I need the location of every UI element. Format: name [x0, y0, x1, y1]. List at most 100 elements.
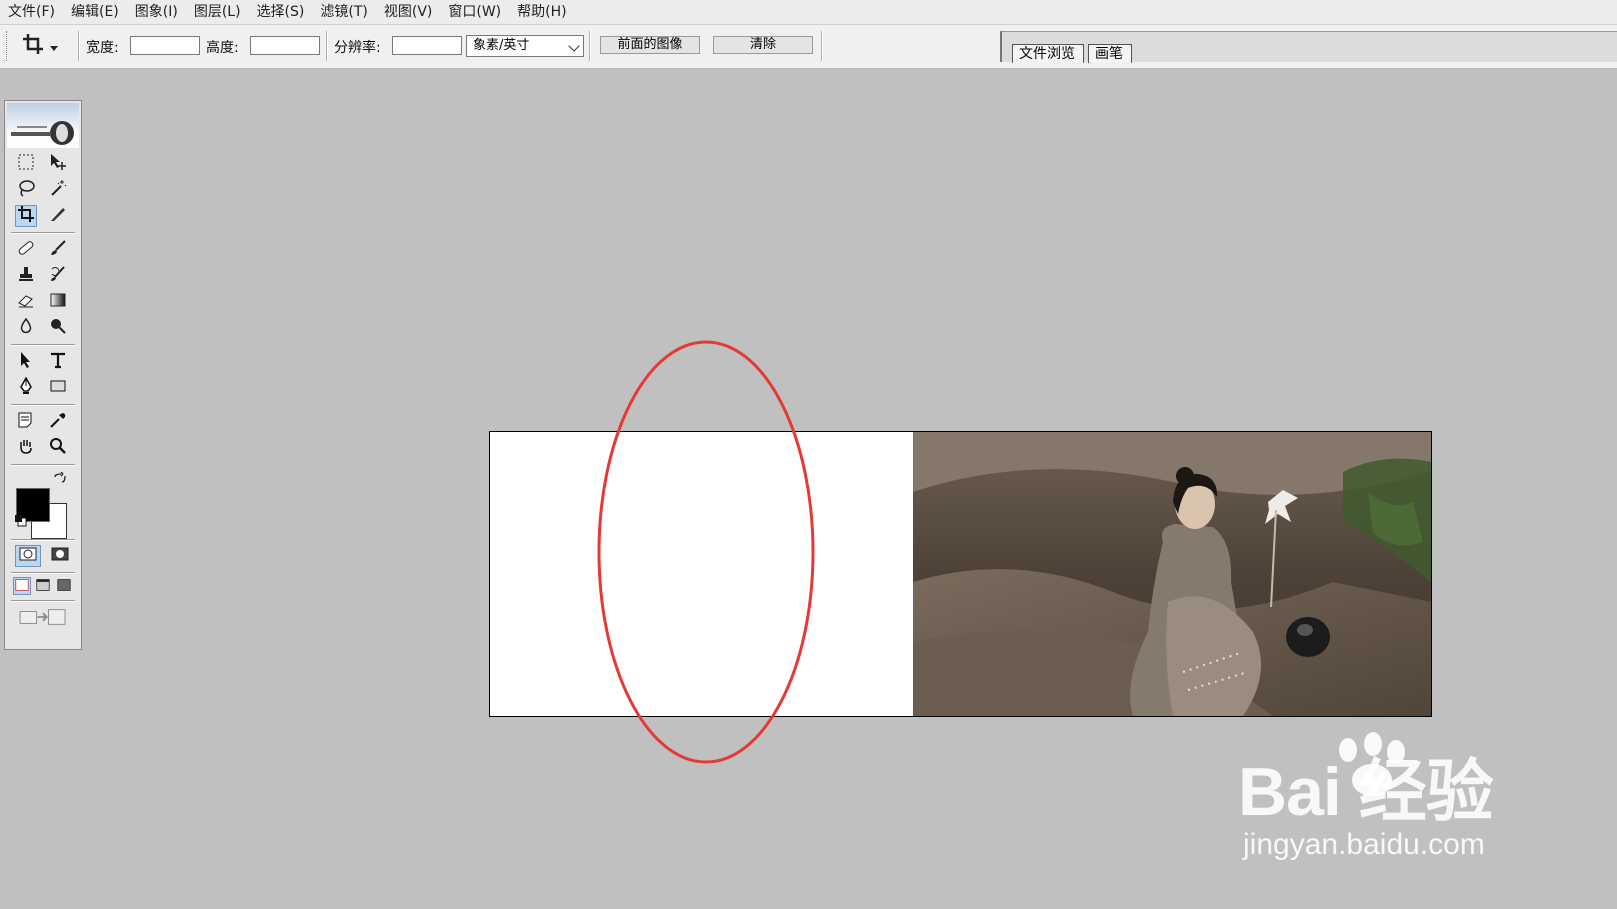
- options-bar-grip[interactable]: [6, 31, 10, 61]
- move-icon: [49, 153, 67, 175]
- history-brush-tool[interactable]: [47, 265, 69, 287]
- adobe-online-button[interactable]: [7, 103, 79, 148]
- divider: [78, 31, 80, 61]
- crop-icon: [17, 205, 35, 227]
- magic-wand-tool[interactable]: [47, 179, 69, 201]
- jump-to-imageready-button[interactable]: [15, 607, 71, 631]
- healing-brush-tool[interactable]: [15, 239, 37, 261]
- full-screen-menu-mode-button[interactable]: [34, 577, 52, 595]
- photo-layer: [913, 432, 1431, 716]
- pen-tool[interactable]: [15, 376, 37, 399]
- toolbox-divider: [11, 404, 75, 406]
- swap-colors-icon[interactable]: [53, 471, 67, 490]
- toolbox: [4, 100, 82, 650]
- menu-help[interactable]: 帮助(H): [509, 0, 574, 24]
- hand-icon: [17, 437, 35, 459]
- gradient-tool[interactable]: [47, 291, 69, 313]
- watermark-brand: Bai 经验: [1238, 754, 1494, 830]
- crop-tool[interactable]: [15, 205, 37, 227]
- history-brush-icon: [49, 265, 67, 287]
- marquee-tool[interactable]: [15, 153, 37, 175]
- water-drop-icon: [17, 317, 35, 339]
- blur-tool[interactable]: [15, 317, 37, 339]
- quick-mask-icon: [51, 545, 69, 567]
- jump-to-icon: [17, 606, 69, 632]
- tab-file-browser[interactable]: 文件浏览: [1012, 44, 1084, 63]
- tab-brushes[interactable]: 画笔: [1088, 44, 1132, 63]
- crop-icon: [22, 33, 44, 59]
- standard-mode-icon: [19, 545, 37, 567]
- menu-image[interactable]: 图象(I): [127, 0, 186, 24]
- magic-wand-icon: [49, 179, 67, 201]
- eraser-icon: [17, 291, 35, 313]
- standard-screen-mode-button[interactable]: [13, 577, 31, 595]
- slice-knife-icon: [49, 205, 67, 227]
- width-input[interactable]: [130, 36, 200, 55]
- document-canvas[interactable]: [489, 431, 1432, 717]
- tool-preset-picker[interactable]: [22, 33, 68, 59]
- menu-file[interactable]: 文件(F): [0, 0, 63, 24]
- watermark-url: jingyan.baidu.com: [1243, 828, 1485, 861]
- rectangle-icon: [49, 377, 67, 399]
- note-icon: [17, 411, 35, 433]
- menu-view[interactable]: 视图(V): [376, 0, 441, 24]
- rectangle-shape-tool[interactable]: [47, 377, 69, 399]
- screen-mode-icon: [15, 577, 29, 596]
- palette-well: 文件浏览 画笔: [1000, 31, 1617, 63]
- arrow-pointer-icon: [17, 351, 35, 373]
- toolbox-divider: [11, 464, 75, 466]
- front-image-button[interactable]: 前面的图像: [600, 36, 700, 54]
- full-screen-mode-button[interactable]: [55, 577, 73, 595]
- menu-bar: 文件(F) 编辑(E) 图象(I) 图层(L) 选择(S) 滤镜(T) 视图(V…: [0, 0, 1617, 25]
- toolbox-divider: [11, 344, 75, 346]
- default-colors-icon[interactable]: [14, 513, 28, 532]
- resolution-label: 分辨率:: [334, 40, 381, 56]
- bandage-icon: [17, 239, 35, 261]
- resolution-input[interactable]: [392, 36, 462, 55]
- options-bar: 宽度: 高度: 分辨率: 象素/英寸 前面的图像 清除 文件浏览 画笔: [0, 25, 1617, 69]
- zoom-tool[interactable]: [47, 437, 69, 459]
- magnifier-icon: [49, 437, 67, 459]
- clear-button[interactable]: 清除: [713, 36, 813, 54]
- toolbox-divider: [11, 600, 75, 602]
- menu-filter[interactable]: 滤镜(T): [312, 0, 375, 24]
- menu-window[interactable]: 窗口(W): [440, 0, 509, 24]
- divider: [821, 31, 823, 61]
- move-tool[interactable]: [47, 153, 69, 175]
- clone-stamp-tool[interactable]: [15, 265, 37, 287]
- resolution-unit-select[interactable]: 象素/英寸: [466, 35, 584, 57]
- notes-tool[interactable]: [15, 411, 37, 433]
- gradient-icon: [49, 291, 67, 313]
- rect-marquee-icon: [17, 153, 35, 175]
- height-label: 高度:: [206, 40, 239, 56]
- eraser-tool[interactable]: [15, 291, 37, 313]
- watermark: Bai 经验 jingyan.baidu.com: [1238, 732, 1538, 876]
- screen-mode-icon: [36, 577, 50, 596]
- pen-nib-icon: [17, 376, 35, 399]
- hand-tool[interactable]: [15, 437, 37, 459]
- brush-icon: [49, 239, 67, 261]
- brush-tool[interactable]: [47, 239, 69, 261]
- dodge-icon: [49, 317, 67, 339]
- divider: [589, 31, 591, 61]
- height-input[interactable]: [250, 36, 320, 55]
- dodge-tool[interactable]: [47, 317, 69, 339]
- menu-edit[interactable]: 编辑(E): [63, 0, 127, 24]
- chevron-down-icon: [568, 40, 580, 52]
- standard-mode-button[interactable]: [15, 545, 41, 567]
- menu-select[interactable]: 选择(S): [249, 0, 313, 24]
- lasso-tool[interactable]: [15, 179, 37, 201]
- resolution-unit-value: 象素/英寸: [473, 38, 530, 53]
- width-label: 宽度:: [86, 40, 119, 56]
- toolbox-divider: [11, 539, 75, 541]
- menu-layer[interactable]: 图层(L): [186, 0, 249, 24]
- path-selection-tool[interactable]: [15, 351, 37, 373]
- text-t-icon: [49, 351, 67, 373]
- divider: [326, 31, 328, 61]
- eyedropper-tool[interactable]: [47, 411, 69, 433]
- screen-mode-icon: [57, 577, 71, 596]
- type-tool[interactable]: [47, 351, 69, 373]
- slice-tool[interactable]: [47, 205, 69, 227]
- quick-mask-mode-button[interactable]: [47, 545, 73, 567]
- toolbox-divider: [11, 232, 75, 234]
